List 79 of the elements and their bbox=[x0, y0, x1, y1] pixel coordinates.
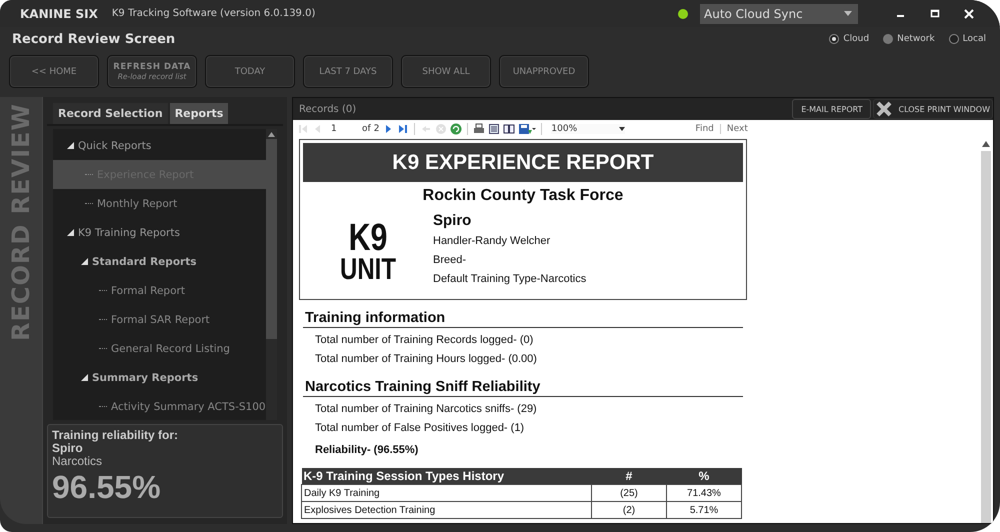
email-report-button[interactable]: E-MAIL REPORT bbox=[792, 99, 872, 119]
refresh-icon[interactable] bbox=[450, 122, 462, 134]
last-page-icon[interactable] bbox=[397, 122, 410, 134]
window-title: K9 Tracking Software (version 6.0.139.0) bbox=[112, 8, 316, 19]
section-heading: Narcotics Training Sniff Reliability bbox=[303, 379, 743, 397]
scrollbar[interactable] bbox=[266, 129, 277, 420]
maximize-icon[interactable] bbox=[930, 8, 940, 18]
tree-item[interactable]: Formal Report bbox=[53, 276, 266, 305]
agency-name: Rockin County Task Force bbox=[422, 187, 624, 205]
tree-item[interactable]: Summary Reports bbox=[53, 363, 266, 392]
report-line: Total number of False Positives logged- (1) bbox=[314, 421, 526, 436]
records-title: Records (0) bbox=[299, 104, 356, 114]
caret-icon bbox=[619, 126, 626, 130]
open-book-icon[interactable] bbox=[503, 122, 516, 134]
tree-item[interactable]: Quick Reports bbox=[53, 131, 266, 160]
nav-button[interactable]: SHOW ALL bbox=[401, 55, 491, 88]
radio-label: Network bbox=[897, 34, 935, 44]
zoom-dropdown[interactable]: 100% bbox=[551, 124, 626, 134]
report-line: Total number of Training Hours logged- (0.00) bbox=[314, 352, 538, 367]
radio-label: Local bbox=[962, 34, 986, 44]
storage-radio[interactable]: Cloud bbox=[829, 34, 870, 44]
next-link[interactable]: Next bbox=[726, 124, 748, 134]
close-icon[interactable] bbox=[964, 8, 974, 18]
close-icon bbox=[876, 101, 892, 117]
nav-button[interactable]: UNAPPROVED bbox=[499, 55, 589, 88]
tree-item[interactable]: Activity Summary ACTS-S100 bbox=[53, 392, 266, 421]
tree-item[interactable]: Monthly Report bbox=[53, 189, 266, 218]
expander-icon[interactable] bbox=[67, 229, 74, 236]
table-cell: (2) bbox=[592, 502, 666, 518]
close-print-button[interactable]: CLOSE PRINT WINDOW bbox=[873, 99, 993, 119]
screen-title: Record Review Screen bbox=[12, 32, 176, 46]
nav-button[interactable]: LAST 7 DAYS bbox=[303, 55, 393, 88]
reliability-value: 96.55% bbox=[52, 468, 162, 506]
report-line: Total number of Training Records logged- (0) bbox=[314, 333, 534, 348]
column-header: % bbox=[666, 468, 742, 484]
page-layout-icon[interactable] bbox=[488, 122, 500, 134]
dog-detail: Handler-Randy Welcher bbox=[433, 234, 552, 249]
table-cell: Daily K9 Training bbox=[302, 484, 592, 502]
dog-detail: Default Training Type-Narcotics bbox=[433, 272, 586, 287]
report-line: Reliability- (96.55%) bbox=[314, 443, 420, 458]
section-heading: Training information bbox=[303, 310, 743, 328]
column-header: K-9 Training Session Types History bbox=[302, 468, 592, 484]
report-title: K9 EXPERIENCE REPORT bbox=[303, 143, 743, 182]
training-type: Narcotics bbox=[52, 455, 104, 468]
page-count: 2 bbox=[374, 124, 380, 134]
expander-icon[interactable] bbox=[81, 258, 88, 265]
scroll-up-icon[interactable] bbox=[268, 132, 275, 137]
reliability-heading: Training reliability for: bbox=[52, 429, 180, 442]
nav-button[interactable]: << HOME bbox=[9, 55, 99, 88]
tree-item[interactable]: General Record Listing bbox=[53, 334, 266, 363]
table-cell: 71.43% bbox=[666, 484, 742, 502]
dog-name: Spiro bbox=[52, 442, 83, 455]
expander-icon[interactable] bbox=[81, 374, 88, 381]
report-line: Total number of Training Narcotics sniffs- (29) bbox=[314, 402, 538, 417]
tree-item[interactable]: K9 Training Reports bbox=[53, 218, 266, 247]
tree-item[interactable]: Standard Reports bbox=[53, 247, 266, 276]
sync-dropdown[interactable]: Auto Cloud Sync bbox=[700, 4, 858, 24]
tab[interactable]: Record Selection bbox=[53, 103, 168, 124]
page-field[interactable]: 1 bbox=[327, 124, 359, 134]
table-cell: (25) bbox=[592, 484, 666, 502]
unit-logo: K9 UNIT bbox=[339, 216, 397, 288]
page-of-label: of bbox=[362, 124, 371, 134]
printer-icon[interactable] bbox=[473, 122, 486, 134]
radio-label: Cloud bbox=[843, 34, 870, 44]
dog-detail: Breed- bbox=[433, 253, 468, 268]
tab[interactable]: Reports bbox=[170, 103, 228, 124]
app-brand: KANINE SIX bbox=[20, 6, 98, 20]
nav-button[interactable]: TODAY bbox=[205, 55, 295, 88]
dog-name: Spiro bbox=[433, 212, 472, 229]
scroll-up-icon[interactable] bbox=[982, 141, 990, 147]
table-cell: Explosives Detection Training bbox=[302, 502, 592, 518]
expander-icon[interactable] bbox=[67, 142, 74, 149]
table-cell: 5.71% bbox=[666, 502, 742, 518]
tree-item[interactable]: Formal SAR Report bbox=[53, 305, 266, 334]
column-header: # bbox=[592, 468, 666, 484]
storage-radio[interactable]: Local bbox=[948, 34, 986, 44]
find-link[interactable]: Find bbox=[695, 124, 714, 134]
save-disk-icon[interactable] bbox=[518, 122, 536, 134]
caret-icon bbox=[844, 11, 852, 16]
